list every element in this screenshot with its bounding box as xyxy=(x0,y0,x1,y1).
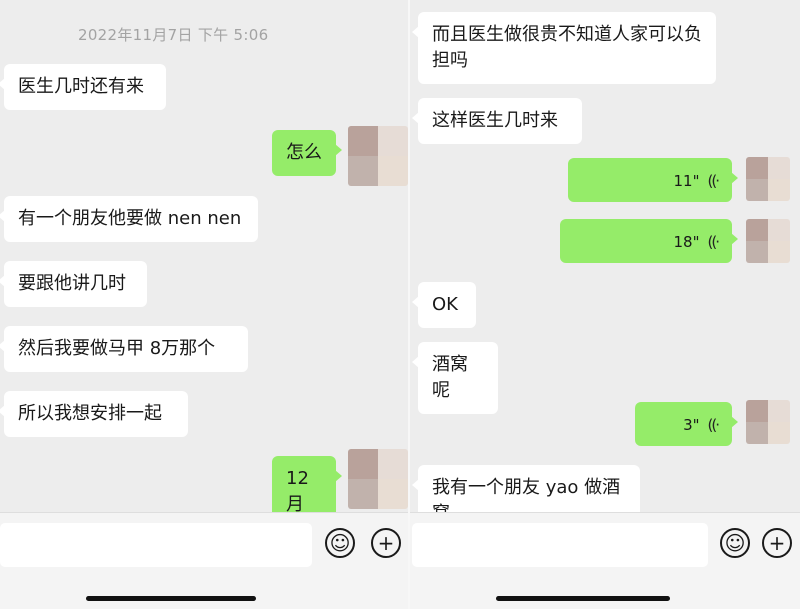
message-text: 要跟他讲几时 xyxy=(18,273,126,294)
home-indicator xyxy=(86,596,256,601)
avatar[interactable] xyxy=(348,126,408,186)
message-text: 12月 xyxy=(286,468,309,515)
avatar[interactable] xyxy=(746,157,790,201)
home-indicator xyxy=(496,596,670,601)
voice-wave-icon: ((· xyxy=(707,172,721,190)
message-input[interactable] xyxy=(412,523,708,567)
plus-circle-icon[interactable]: + xyxy=(762,528,792,558)
avatar[interactable] xyxy=(746,400,790,444)
message-text: 所以我想安排一起 xyxy=(18,403,162,424)
input-bar: ☺ + xyxy=(410,512,800,609)
message-text: 而且医生做很贵不知道人家可以负担吗 xyxy=(432,24,702,71)
message-bubble-incoming[interactable]: 而且医生做很贵不知道人家可以负担吗 xyxy=(412,12,716,84)
message-bubble-incoming[interactable]: OK xyxy=(412,282,476,328)
voice-duration: 3" xyxy=(683,416,700,434)
message-bubble-incoming[interactable]: 这样医生几时来 xyxy=(412,98,582,144)
message-input[interactable] xyxy=(0,523,312,567)
message-text: 这样医生几时来 xyxy=(432,110,558,131)
emoji-face-icon[interactable]: ☺ xyxy=(720,528,750,558)
message-bubble-incoming[interactable]: 酒窝呢 xyxy=(412,342,498,414)
voice-wave-icon: ((· xyxy=(707,233,721,251)
message-bubble-incoming[interactable]: 然后我要做马甲 8万那个 xyxy=(0,326,248,372)
message-bubble-incoming[interactable]: 医生几时还有来 xyxy=(0,64,166,110)
avatar[interactable] xyxy=(746,219,790,263)
message-bubble-incoming[interactable]: 要跟他讲几时 xyxy=(0,261,147,307)
voice-message-outgoing[interactable]: 11" ((· xyxy=(568,158,738,202)
message-text: 怎么 xyxy=(286,142,322,163)
plus-circle-icon[interactable]: + xyxy=(371,528,401,558)
message-text: 有一个朋友他要做 nen nen xyxy=(18,208,242,229)
input-bar: ☺ + xyxy=(0,512,408,609)
avatar[interactable] xyxy=(348,449,408,509)
chat-panel-left: 2022年11月7日 下午 5:06 医生几时还有来 怎么 有一个朋友他要做 n… xyxy=(0,0,408,609)
message-bubble-incoming[interactable]: 所以我想安排一起 xyxy=(0,391,188,437)
message-text: 酒窝呢 xyxy=(432,354,468,401)
chat-panel-right: 而且医生做很贵不知道人家可以负担吗 这样医生几时来 11" ((· 18" ((… xyxy=(410,0,800,609)
voice-message-outgoing[interactable]: 18" ((· xyxy=(560,219,738,263)
message-text: 然后我要做马甲 8万那个 xyxy=(18,338,216,359)
chat-timestamp: 2022年11月7日 下午 5:06 xyxy=(78,26,269,44)
voice-duration: 11" xyxy=(673,172,700,190)
message-text: OK xyxy=(432,294,458,315)
message-bubble-outgoing[interactable]: 怎么 xyxy=(272,130,342,176)
voice-duration: 18" xyxy=(673,233,700,251)
message-bubble-incoming[interactable]: 有一个朋友他要做 nen nen xyxy=(0,196,258,242)
emoji-face-icon[interactable]: ☺ xyxy=(325,528,355,558)
voice-wave-icon: ((· xyxy=(707,416,721,434)
voice-message-outgoing[interactable]: 3" ((· xyxy=(635,402,738,446)
message-text: 医生几时还有来 xyxy=(18,76,144,97)
